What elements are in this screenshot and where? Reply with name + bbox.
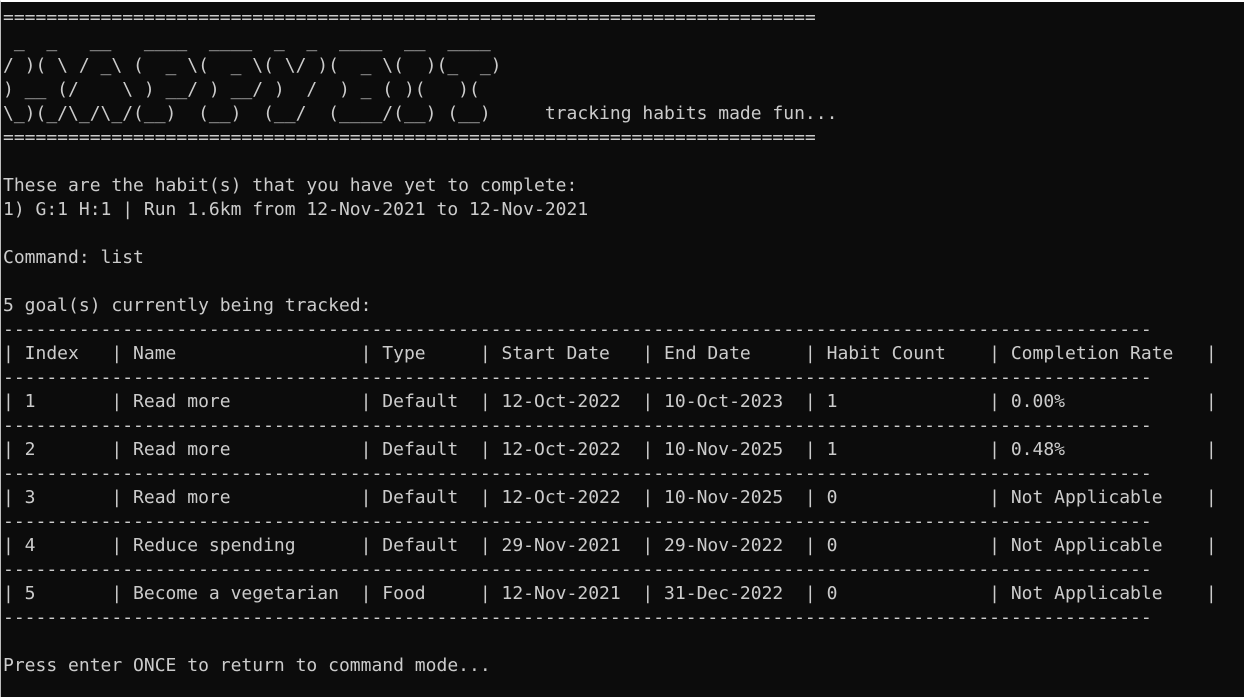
banner-rule-bottom: ========================================… [3, 127, 816, 148]
table-row: | 5 | Become a vegetarian | Food | 12-No… [3, 583, 1217, 604]
banner-rule-top: ========================================… [3, 7, 816, 28]
banner-art-line-1: _ _ __ ____ ____ _ _ ____ __ ____ [3, 31, 502, 52]
table-row: | 1 | Read more | Default | 12-Oct-2022 … [3, 391, 1217, 412]
terminal-window[interactable]: ========================================… [0, 0, 1244, 697]
pending-heading: These are the habit(s) that you have yet… [3, 175, 578, 196]
footer-prompt: Press enter ONCE to return to command mo… [3, 655, 491, 676]
table-header: | Index | Name | Type | Start Date | End… [3, 343, 1217, 364]
banner-art-line-2: / )( \ / _\ ( _ \( _ \( \/ )( _ \( )(_ _… [3, 55, 502, 76]
command-line: Command: list [3, 247, 144, 268]
table-separator: ----------------------------------------… [3, 367, 1152, 388]
banner-art-line-4: \_)(_/\_/\_/(__) (__) (__/ (____/(__) (_… [3, 103, 838, 124]
table-separator: ----------------------------------------… [3, 607, 1152, 628]
table-row: | 3 | Read more | Default | 12-Oct-2022 … [3, 487, 1217, 508]
table-separator: ----------------------------------------… [3, 463, 1152, 484]
table-row: | 4 | Reduce spending | Default | 29-Nov… [3, 535, 1217, 556]
table-row: | 2 | Read more | Default | 12-Oct-2022 … [3, 439, 1217, 460]
pending-item: 1) G:1 H:1 | Run 1.6km from 12-Nov-2021 … [3, 199, 589, 220]
banner-art-line-3: ) __ (/ \ ) __/ ) __/ ) / ) _ ( )( )( [3, 79, 502, 100]
table-separator: ----------------------------------------… [3, 511, 1152, 532]
table-separator: ----------------------------------------… [3, 559, 1152, 580]
goals-summary: 5 goal(s) currently being tracked: [3, 295, 372, 316]
table-separator: ----------------------------------------… [3, 415, 1152, 436]
table-separator: ----------------------------------------… [3, 319, 1152, 340]
